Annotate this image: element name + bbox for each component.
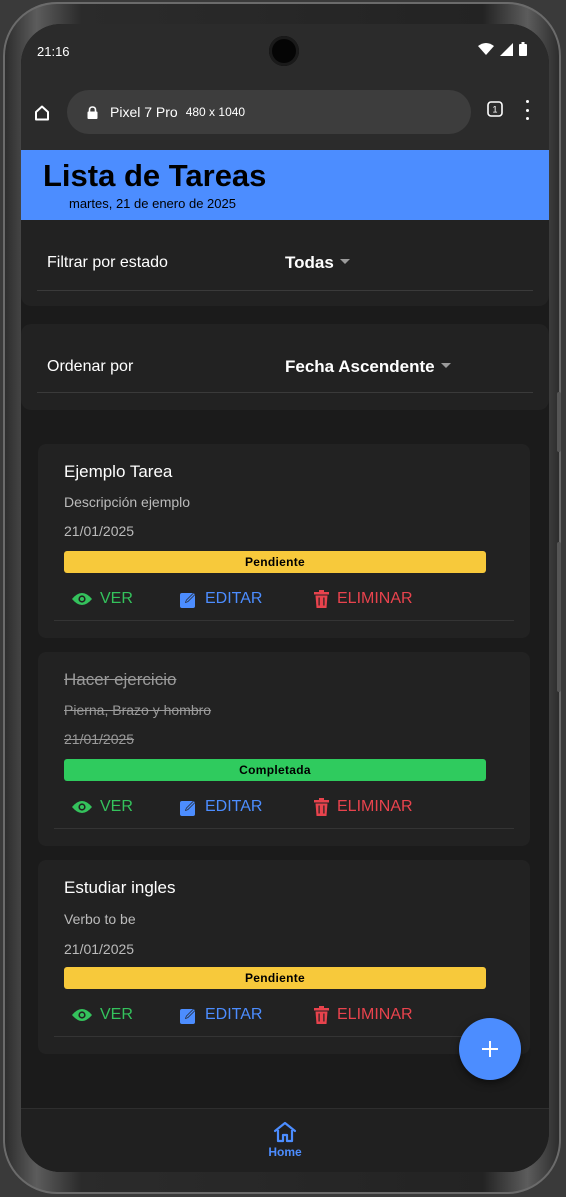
phone-screen: 21:16 Pixel 7 Pro 480 x 1040 1 Lista de … (21, 24, 549, 1172)
sort-label: Ordenar por (47, 358, 134, 375)
viewport-size: 480 x 1040 (185, 105, 246, 119)
trash-icon (314, 798, 329, 816)
more-vert-icon[interactable] (525, 100, 529, 120)
task-date: 21/01/2025 (64, 731, 135, 747)
task-description: Pierna, Brazo y hombro (64, 702, 212, 718)
filter-underline (37, 290, 533, 291)
task-actions: VER EDITAR ELIMINAR (64, 798, 504, 822)
home-icon (273, 1121, 297, 1143)
bottom-navigation: Home (21, 1108, 549, 1172)
tab-count: 1 (492, 105, 497, 115)
status-badge: Pendiente (64, 551, 486, 573)
status-badge: Pendiente (64, 967, 486, 989)
view-button[interactable]: VER (72, 798, 133, 816)
task-card: Estudiar ingles Verbo to be 21/01/2025 P… (38, 860, 530, 1054)
task-card: Ejemplo Tarea Descripción ejemplo 21/01/… (38, 444, 530, 638)
status-badge: Completada (64, 759, 486, 781)
delete-button[interactable]: ELIMINAR (314, 590, 413, 608)
status-time: 21:16 (37, 44, 70, 59)
edit-icon (180, 591, 196, 608)
edit-label: EDITAR (205, 798, 263, 815)
eye-icon (72, 801, 92, 813)
view-label: VER (100, 1006, 133, 1023)
trash-icon (314, 590, 329, 608)
task-title: Hacer ejercicio (64, 670, 177, 689)
sort-dropdown[interactable]: Fecha Ascendente (285, 357, 451, 377)
dropdown-arrow-icon (339, 259, 350, 265)
add-task-button[interactable] (459, 1018, 521, 1080)
view-label: VER (100, 590, 133, 607)
phone-frame: 21:16 Pixel 7 Pro 480 x 1040 1 Lista de … (3, 2, 561, 1194)
delete-label: ELIMINAR (337, 590, 413, 607)
task-actions: VER EDITAR ELIMINAR (64, 1006, 504, 1030)
device-name: Pixel 7 Pro (110, 104, 178, 120)
task-divider (54, 1036, 514, 1037)
filter-selected: Todas (285, 253, 334, 272)
app-header: Lista de Tareas martes, 21 de enero de 2… (21, 150, 549, 220)
task-card: Hacer ejercicio Pierna, Brazo y hombro 2… (38, 652, 530, 846)
battery-icon (519, 42, 527, 56)
edit-icon (180, 799, 196, 816)
browser-toolbar: Pixel 7 Pro 480 x 1040 1 (21, 80, 549, 150)
volume-button (557, 392, 561, 452)
tabs-icon[interactable]: 1 (487, 101, 503, 117)
plus-icon (482, 1041, 498, 1057)
task-divider (54, 620, 514, 621)
delete-label: ELIMINAR (337, 798, 413, 815)
edit-label: EDITAR (205, 590, 263, 607)
front-camera (269, 36, 299, 66)
eye-icon (72, 1009, 92, 1021)
task-date: 21/01/2025 (64, 523, 135, 539)
sort-underline (37, 392, 533, 393)
status-icons (478, 42, 527, 56)
delete-button[interactable]: ELIMINAR (314, 798, 413, 816)
nav-home-label: Home (268, 1145, 302, 1159)
signal-icon (500, 42, 513, 56)
edit-button[interactable]: EDITAR (180, 590, 262, 608)
view-button[interactable]: VER (72, 1006, 133, 1024)
task-title: Ejemplo Tarea (64, 462, 173, 481)
view-button[interactable]: VER (72, 590, 133, 608)
view-label: VER (100, 798, 133, 815)
edit-icon (180, 1007, 196, 1024)
wifi-icon (478, 43, 494, 55)
edit-label: EDITAR (205, 1006, 263, 1023)
task-description: Descripción ejemplo (64, 494, 191, 510)
lock-icon (87, 105, 98, 119)
power-button (557, 542, 561, 692)
sort-card: Ordenar por Fecha Ascendente (21, 324, 549, 410)
trash-icon (314, 1006, 329, 1024)
address-bar[interactable]: Pixel 7 Pro 480 x 1040 (67, 90, 471, 134)
task-description: Verbo to be (64, 911, 136, 927)
edit-button[interactable]: EDITAR (180, 1006, 262, 1024)
task-title: Estudiar ingles (64, 878, 176, 897)
filter-label: Filtrar por estado (47, 254, 168, 271)
edit-button[interactable]: EDITAR (180, 798, 262, 816)
nav-home[interactable]: Home (259, 1121, 311, 1159)
filter-dropdown[interactable]: Todas (285, 253, 350, 273)
task-date: 21/01/2025 (64, 941, 135, 957)
status-bar: 21:16 (21, 24, 549, 80)
current-date: martes, 21 de enero de 2025 (69, 196, 236, 211)
browser-home-icon[interactable] (29, 100, 55, 126)
filter-card: Filtrar por estado Todas (21, 220, 549, 306)
dropdown-arrow-icon (440, 363, 451, 369)
eye-icon (72, 593, 92, 605)
task-actions: VER EDITAR ELIMINAR (64, 590, 504, 614)
sort-selected: Fecha Ascendente (285, 357, 435, 376)
page-title: Lista de Tareas (43, 158, 267, 193)
delete-button[interactable]: ELIMINAR (314, 1006, 413, 1024)
task-divider (54, 828, 514, 829)
delete-label: ELIMINAR (337, 1006, 413, 1023)
